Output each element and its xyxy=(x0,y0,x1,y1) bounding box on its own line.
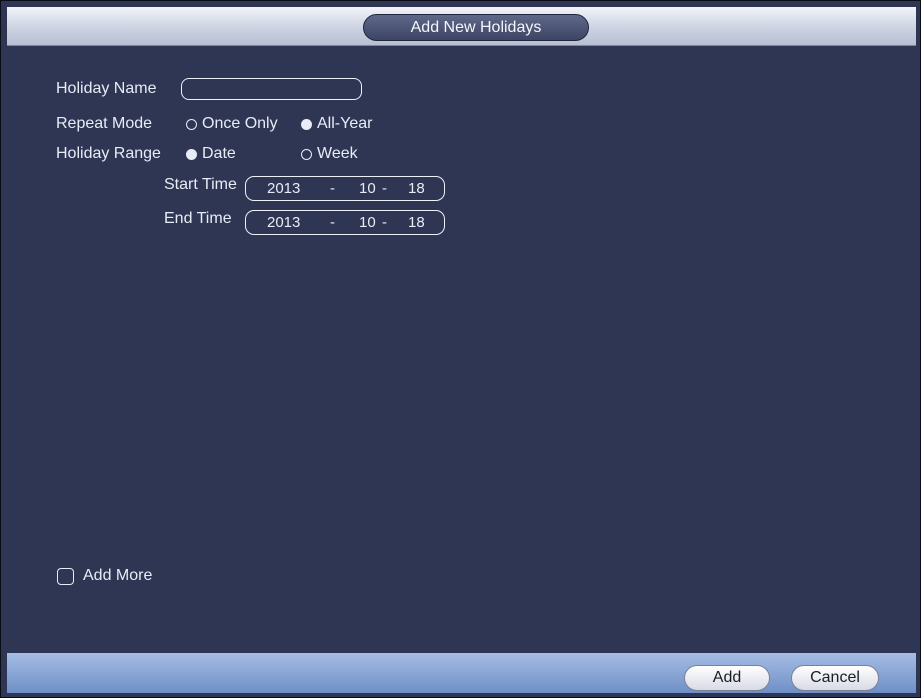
date-separator: - xyxy=(382,180,387,197)
repeat-mode-label: Repeat Mode xyxy=(56,115,153,132)
end-date-field[interactable]: 2013 - 10 - 18 xyxy=(245,210,445,235)
radio-week[interactable]: Week xyxy=(301,145,358,163)
start-day[interactable]: 18 xyxy=(408,180,425,197)
radio-week-indicator xyxy=(301,148,312,160)
end-time-label: End Time xyxy=(164,210,232,227)
date-separator: - xyxy=(330,214,335,231)
holiday-name-input[interactable] xyxy=(181,78,362,100)
start-year[interactable]: 2013 xyxy=(267,180,300,197)
date-separator: - xyxy=(330,180,335,197)
add-more-checkbox[interactable] xyxy=(57,567,74,585)
add-button[interactable]: Add xyxy=(684,665,770,691)
start-time-label: Start Time xyxy=(164,176,237,193)
date-separator: - xyxy=(382,214,387,231)
end-year[interactable]: 2013 xyxy=(267,214,300,231)
radio-once-only-label: Once Only xyxy=(202,115,278,132)
start-month[interactable]: 10 xyxy=(359,180,376,197)
holiday-range-label: Holiday Range xyxy=(56,145,161,162)
radio-all-year[interactable]: All-Year xyxy=(301,115,372,133)
add-more-label: Add More xyxy=(83,567,153,584)
end-month[interactable]: 10 xyxy=(359,214,376,231)
end-day[interactable]: 18 xyxy=(408,214,425,231)
radio-once-only[interactable]: Once Only xyxy=(186,115,278,133)
title-bar[interactable]: Add New Holidays xyxy=(7,7,916,46)
radio-all-year-indicator xyxy=(301,118,312,130)
cancel-button[interactable]: Cancel xyxy=(791,665,879,691)
radio-once-only-indicator xyxy=(186,118,197,130)
radio-week-label: Week xyxy=(317,145,358,162)
add-holiday-dialog: Add New Holidays Holiday Name Repeat Mod… xyxy=(0,0,921,698)
dialog-title: Add New Holidays xyxy=(363,14,589,41)
footer-bar: Add Cancel xyxy=(7,653,916,693)
radio-date-indicator xyxy=(186,148,197,160)
start-date-field[interactable]: 2013 - 10 - 18 xyxy=(245,176,445,201)
radio-date[interactable]: Date xyxy=(186,145,236,163)
radio-all-year-label: All-Year xyxy=(317,115,373,132)
radio-date-label: Date xyxy=(202,145,236,162)
add-more-option[interactable]: Add More xyxy=(57,567,152,585)
holiday-name-label: Holiday Name xyxy=(56,80,157,97)
